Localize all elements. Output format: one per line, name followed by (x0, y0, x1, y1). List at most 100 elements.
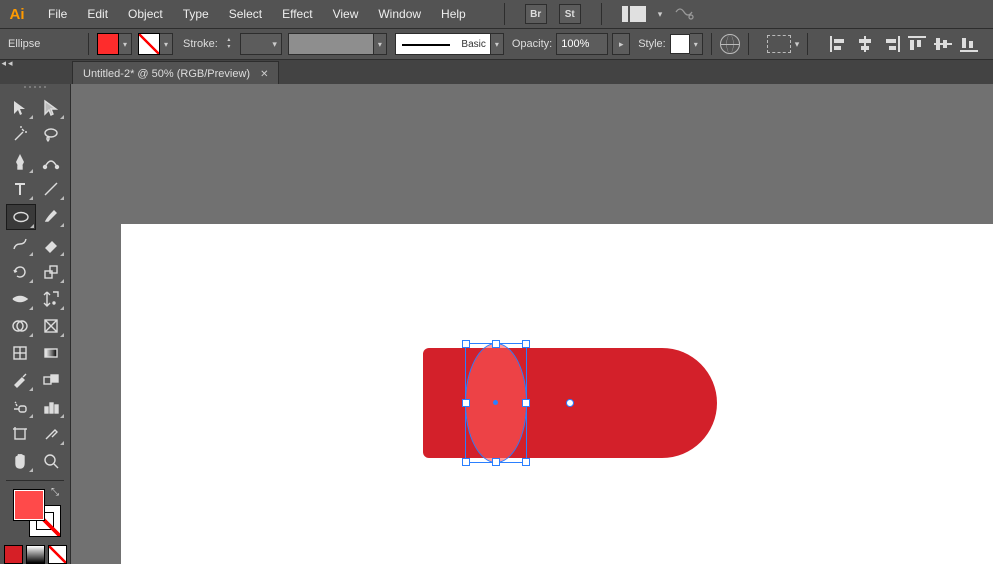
align-left-icon[interactable] (830, 36, 848, 52)
document-tab-label: Untitled-2* @ 50% (RGB/Preview) (83, 68, 250, 80)
align-right-icon[interactable] (882, 36, 900, 52)
resize-handle-nw[interactable] (462, 340, 470, 348)
stroke-swatch[interactable]: ▾ (138, 33, 173, 55)
selected-ellipse[interactable] (466, 344, 526, 462)
free-transform-tool[interactable] (37, 287, 65, 311)
swap-fill-stroke-icon[interactable]: ⤡ (51, 487, 59, 498)
artboard-tool[interactable] (6, 422, 34, 446)
line-segment-tool[interactable] (37, 177, 65, 201)
lasso-tool[interactable] (37, 123, 65, 147)
resize-handle-e[interactable] (522, 399, 530, 407)
resize-handle-ne[interactable] (522, 340, 530, 348)
fill-swatch[interactable]: ▾ (97, 33, 132, 55)
arrange-documents-button[interactable] (622, 6, 646, 22)
panel-collapse-handle[interactable]: ◂◂ (0, 58, 16, 72)
type-tool[interactable] (6, 177, 34, 201)
rotate-tool[interactable] (6, 260, 34, 284)
gradient-tool[interactable] (37, 341, 65, 365)
scale-tool[interactable] (37, 260, 65, 284)
color-mode-none[interactable] (48, 545, 67, 564)
opacity-input[interactable]: 100% (556, 33, 608, 55)
stroke-weight-dropdown[interactable]: ▾ (240, 33, 282, 55)
separator (807, 33, 808, 55)
color-mode-row (4, 545, 67, 564)
align-top-icon[interactable] (908, 36, 926, 52)
resize-handle-se[interactable] (522, 458, 530, 466)
width-tool[interactable] (6, 287, 34, 311)
curvature-tool[interactable] (37, 150, 65, 174)
center-point[interactable] (493, 400, 498, 405)
menu-file[interactable]: File (38, 0, 77, 28)
align-to-button[interactable] (767, 35, 791, 53)
fill-stroke-control[interactable]: ⤡ (13, 489, 57, 533)
menu-effect[interactable]: Effect (272, 0, 322, 28)
chevron-down-icon[interactable]: ▾ (795, 39, 800, 50)
align-h-center-icon[interactable] (856, 36, 874, 52)
document-tab[interactable]: Untitled-2* @ 50% (RGB/Preview) ✕ (72, 61, 279, 86)
menu-view[interactable]: View (323, 0, 369, 28)
tools-panel: ⤡ (0, 84, 70, 564)
fill-swatch-large[interactable] (13, 489, 45, 521)
align-v-center-icon[interactable] (934, 36, 952, 52)
separator (711, 33, 712, 55)
color-mode-solid[interactable] (4, 545, 23, 564)
control-bar: Ellipse ▾ ▾ Stroke: ▴▾ ▾ ▾ Basic ▾ Opaci… (0, 28, 993, 60)
mesh-tool[interactable] (6, 341, 34, 365)
resize-handle-n[interactable] (492, 340, 500, 348)
canvas-area[interactable] (70, 84, 993, 564)
graphic-style-swatch[interactable] (670, 34, 690, 54)
color-mode-gradient[interactable] (26, 545, 45, 564)
opacity-label[interactable]: Opacity: (512, 38, 552, 50)
menu-help[interactable]: Help (431, 0, 476, 28)
recolor-artwork-icon[interactable] (720, 34, 740, 54)
brush-definition-dropdown[interactable]: Basic (395, 33, 491, 55)
opacity-flyout[interactable]: ▸ (612, 33, 630, 55)
stock-button[interactable]: St (559, 4, 581, 24)
resize-handle-sw[interactable] (462, 458, 470, 466)
pie-widget[interactable] (566, 399, 574, 407)
document-tab-strip: Untitled-2* @ 50% (RGB/Preview) ✕ (0, 60, 993, 86)
menu-type[interactable]: Type (173, 0, 219, 28)
zoom-tool[interactable] (37, 449, 65, 473)
hand-tool[interactable] (6, 449, 34, 473)
symbol-sprayer-tool[interactable] (6, 395, 34, 419)
style-label[interactable]: Style: (638, 38, 666, 50)
shape-builder-tool[interactable] (6, 314, 34, 338)
chevron-down-icon[interactable]: ▾ (690, 33, 703, 55)
column-graph-tool[interactable] (37, 395, 65, 419)
menu-edit[interactable]: Edit (77, 0, 118, 28)
eraser-tool[interactable] (37, 233, 65, 257)
stroke-weight-spinner[interactable]: ▴▾ (222, 34, 236, 54)
bridge-button[interactable]: Br (525, 4, 547, 24)
menu-select[interactable]: Select (219, 0, 272, 28)
perspective-grid-tool[interactable] (37, 314, 65, 338)
menu-window[interactable]: Window (368, 0, 431, 28)
selection-tool[interactable] (6, 96, 34, 120)
pen-tool[interactable] (6, 150, 34, 174)
opacity-group: Opacity: 100% ▸ (512, 33, 630, 55)
chevron-down-icon[interactable]: ▾ (160, 33, 173, 55)
ellipse-tool[interactable] (6, 204, 36, 230)
pencil-tool[interactable] (6, 233, 34, 257)
divider (6, 480, 64, 481)
chevron-down-icon[interactable]: ▾ (658, 9, 663, 20)
close-icon[interactable]: ✕ (260, 69, 268, 80)
paintbrush-tool[interactable] (37, 204, 65, 228)
blend-tool[interactable] (37, 368, 65, 392)
chevron-down-icon[interactable]: ▾ (491, 33, 504, 55)
panel-grip[interactable] (20, 86, 50, 92)
chevron-down-icon[interactable]: ▾ (119, 33, 132, 55)
resize-handle-w[interactable] (462, 399, 470, 407)
menu-object[interactable]: Object (118, 0, 173, 28)
eyedropper-tool[interactable] (6, 368, 34, 392)
stroke-label[interactable]: Stroke: (183, 38, 218, 50)
resize-handle-s[interactable] (492, 458, 500, 466)
slice-tool[interactable] (37, 422, 65, 446)
menu-bar: Ai File Edit Object Type Select Effect V… (0, 0, 993, 28)
chevron-down-icon[interactable]: ▾ (374, 33, 387, 55)
direct-selection-tool[interactable] (37, 96, 65, 120)
magic-wand-tool[interactable] (6, 123, 34, 147)
align-bottom-icon[interactable] (960, 36, 978, 52)
gpu-preview-icon[interactable] (674, 4, 694, 25)
variable-width-profile[interactable] (288, 33, 374, 55)
